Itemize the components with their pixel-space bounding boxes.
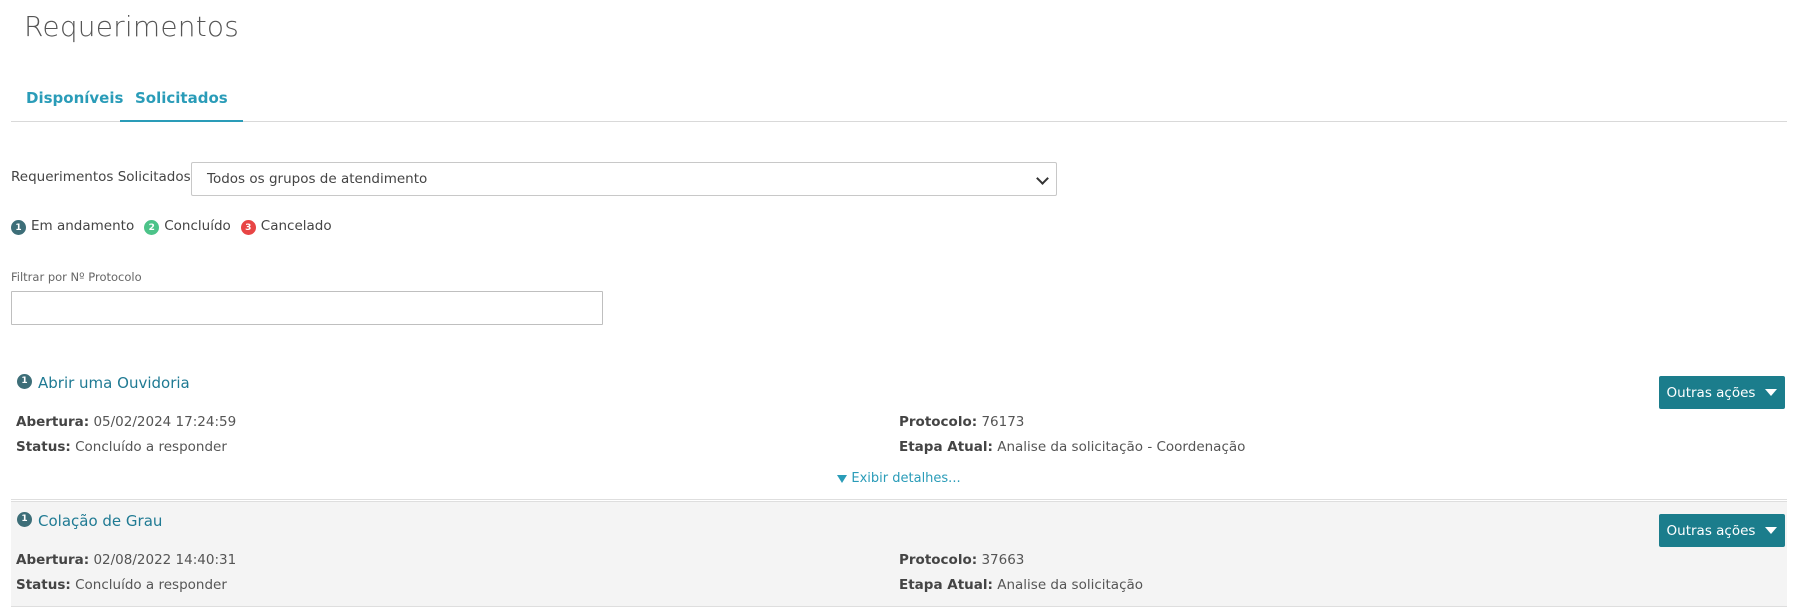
stage-value: Analise da solicitação - Coordenação (997, 439, 1246, 455)
page-title: Requerimentos (24, 10, 240, 43)
other-actions-label: Outras ações (1666, 384, 1756, 401)
caret-down-icon (1765, 389, 1778, 396)
request-card: 1 Colação de Grau Outras ações Abertura:… (11, 501, 1787, 607)
status-value: Concluído a responder (75, 577, 227, 593)
status-field: Status: Concluído a responder (16, 577, 227, 593)
protocol-label: Protocolo: (899, 552, 978, 568)
status-badge: 1 (11, 220, 26, 235)
tab-solicitados[interactable]: Solicitados (120, 82, 243, 122)
protocol-filter-input[interactable] (11, 291, 603, 325)
other-actions-label: Outras ações (1666, 522, 1756, 539)
other-actions-button[interactable]: Outras ações (1659, 514, 1785, 547)
stage-label: Etapa Atual: (899, 577, 993, 593)
request-title-link[interactable]: Colação de Grau (38, 512, 162, 530)
protocol-field: Protocolo: 76173 (899, 414, 1024, 430)
opening-field: Abertura: 05/02/2024 17:24:59 (16, 414, 236, 430)
status-badge: 2 (144, 220, 160, 235)
request-title-row: 1 Abrir uma Ouvidoria (17, 373, 190, 392)
protocol-value: 37663 (981, 552, 1025, 568)
status-label: Status: (16, 439, 71, 455)
legend-item-cancelled: 3 Cancelado (240, 217, 332, 235)
protocol-field: Protocolo: 37663 (899, 552, 1024, 568)
opening-field: Abertura: 02/08/2022 14:40:31 (16, 552, 236, 568)
request-title-link[interactable]: Abrir uma Ouvidoria (38, 374, 190, 392)
opening-label: Abertura: (16, 552, 90, 568)
legend-label: Concluído (164, 218, 231, 234)
status-badge: 1 (17, 373, 32, 389)
legend-label: Em andamento (31, 218, 135, 234)
caret-down-icon (1765, 527, 1778, 534)
group-filter-label: Requerimentos Solicitados: (11, 169, 196, 185)
request-card: 1 Abrir uma Ouvidoria Outras ações Abert… (11, 364, 1787, 500)
opening-label: Abertura: (16, 414, 90, 430)
status-field: Status: Concluído a responder (16, 439, 227, 455)
stage-label: Etapa Atual: (899, 439, 993, 455)
tabs-bar: Disponíveis Solicitados (11, 82, 1787, 122)
legend-item-done: 2 Concluído (144, 217, 231, 235)
legend-label: Cancelado (260, 218, 332, 234)
status-badge: 1 (17, 511, 32, 527)
opening-value: 05/02/2024 17:24:59 (93, 414, 237, 430)
stage-field: Etapa Atual: Analise da solicitação (899, 577, 1143, 593)
triangle-down-icon (837, 474, 848, 483)
show-details-link[interactable]: Exibir detalhes... (11, 471, 1787, 486)
opening-value: 02/08/2022 14:40:31 (93, 552, 237, 568)
request-title-row: 1 Colação de Grau (17, 511, 162, 530)
protocol-filter-label: Filtrar por Nº Protocolo (11, 270, 142, 284)
status-badge: 3 (240, 220, 256, 235)
stage-field: Etapa Atual: Analise da solicitação - Co… (899, 439, 1245, 455)
protocol-label: Protocolo: (899, 414, 978, 430)
status-value: Concluído a responder (75, 439, 227, 455)
stage-value: Analise da solicitação (997, 577, 1144, 593)
protocol-value: 76173 (981, 414, 1025, 430)
group-select[interactable] (191, 162, 1057, 196)
status-label: Status: (16, 577, 71, 593)
show-details-label: Exibir detalhes... (851, 471, 961, 486)
status-legend: 1 Em andamento 2 Concluído 3 Cancelado (11, 217, 342, 235)
other-actions-button[interactable]: Outras ações (1659, 376, 1785, 409)
legend-item-in-progress: 1 Em andamento (11, 217, 134, 235)
